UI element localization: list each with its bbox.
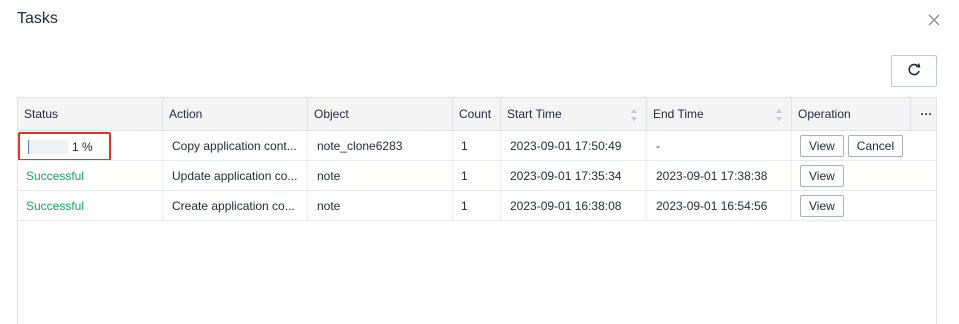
table-header: Status Action Object Count Start Time En… xyxy=(18,98,936,131)
progress-highlight: 1 % xyxy=(18,132,111,160)
progress-bar xyxy=(28,139,68,154)
table-empty-area xyxy=(18,221,936,324)
more-icon[interactable]: ··· xyxy=(911,98,936,130)
column-header-end-time-label: End Time xyxy=(653,107,704,121)
action-cell: Copy application cont... xyxy=(163,131,308,160)
column-header-status[interactable]: Status xyxy=(18,98,163,130)
refresh-button[interactable] xyxy=(891,55,937,87)
cancel-button[interactable]: Cancel xyxy=(847,134,904,157)
start-time-cell: 2023-09-01 17:50:49 xyxy=(501,131,647,160)
column-header-start-time-label: Start Time xyxy=(507,107,562,121)
table-row: Successful Update application co... note… xyxy=(18,161,936,191)
progress-text: 1 % xyxy=(72,139,93,154)
end-time-cell: 2023-09-01 17:38:38 xyxy=(647,161,792,190)
count-cell: 1 xyxy=(453,161,501,190)
column-header-end-time[interactable]: End Time xyxy=(647,98,792,130)
close-icon[interactable] xyxy=(926,12,942,28)
dialog-title: Tasks xyxy=(17,10,58,27)
column-header-object[interactable]: Object xyxy=(308,98,453,130)
dialog-header: Tasks xyxy=(0,0,959,46)
refresh-icon xyxy=(906,62,922,81)
table-row: Successful Create application co... note… xyxy=(18,191,936,221)
sort-icon[interactable] xyxy=(775,108,783,122)
action-text: Create application co... xyxy=(172,198,295,213)
view-button[interactable]: View xyxy=(800,164,844,187)
column-header-count[interactable]: Count xyxy=(453,98,501,130)
operation-cell: View Cancel xyxy=(792,131,936,160)
count-cell: 1 xyxy=(453,191,501,220)
end-time-cell: 2023-09-01 16:54:56 xyxy=(647,191,792,220)
operation-cell: View xyxy=(792,161,936,190)
action-cell: Create application co... xyxy=(163,191,308,220)
view-button[interactable]: View xyxy=(800,134,844,157)
status-cell: 1 % xyxy=(18,131,163,160)
tasks-table: Status Action Object Count Start Time En… xyxy=(17,97,937,324)
column-header-action[interactable]: Action xyxy=(163,98,308,130)
operation-cell: View xyxy=(792,191,936,220)
object-cell: note_clone6283 xyxy=(308,131,453,160)
object-cell: note xyxy=(308,191,453,220)
action-cell: Update application co... xyxy=(163,161,308,190)
object-cell: note xyxy=(308,161,453,190)
view-button[interactable]: View xyxy=(800,194,844,217)
action-text: Copy application cont... xyxy=(172,138,297,153)
column-header-start-time[interactable]: Start Time xyxy=(501,98,647,130)
status-cell: Successful xyxy=(18,161,163,190)
count-cell: 1 xyxy=(453,131,501,160)
start-time-cell: 2023-09-01 17:35:34 xyxy=(501,161,647,190)
end-time-cell: - xyxy=(647,131,792,160)
action-text: Update application co... xyxy=(172,168,298,183)
status-cell: Successful xyxy=(18,191,163,220)
table-row: 1 % Copy application cont... note_clone6… xyxy=(18,131,936,161)
start-time-cell: 2023-09-01 16:38:08 xyxy=(501,191,647,220)
sort-icon[interactable] xyxy=(630,108,638,122)
column-header-operation: Operation xyxy=(792,98,911,130)
